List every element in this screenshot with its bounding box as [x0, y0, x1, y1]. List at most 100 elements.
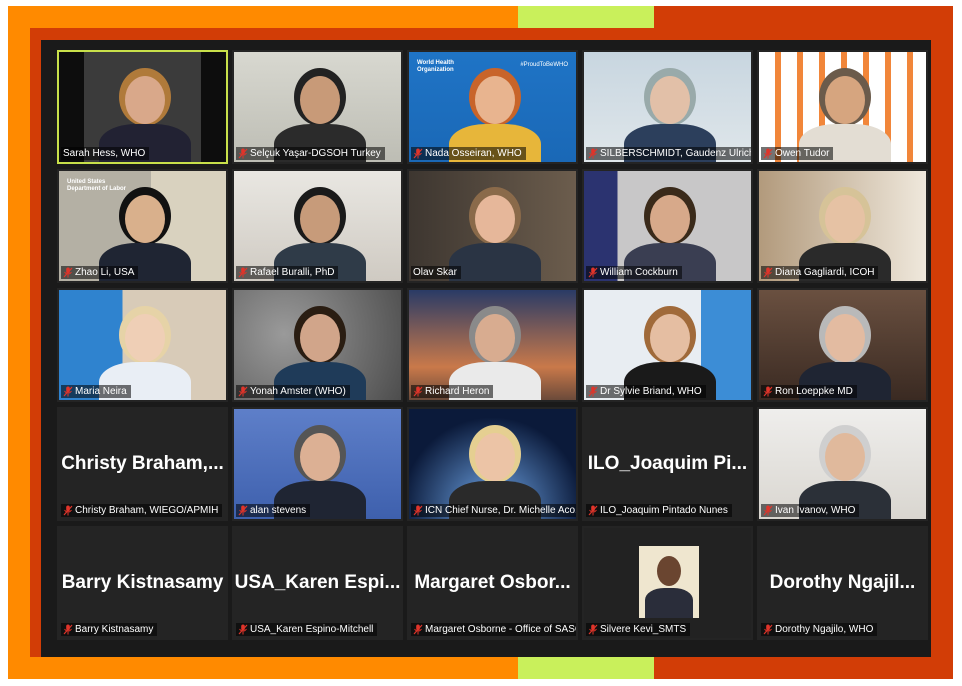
- participant-tile[interactable]: Silvere Kevi_SMTS: [582, 526, 753, 640]
- participant-name-label: Diana Gagliardi, ICOH: [761, 266, 879, 279]
- participant-face: [825, 433, 865, 481]
- participant-name: Barry Kistnasamy: [75, 624, 154, 635]
- participant-name-label: Maria Neira: [61, 385, 131, 398]
- mic-muted-icon: [413, 624, 423, 635]
- participant-name-label: William Cockburn: [586, 266, 682, 279]
- participant-tile[interactable]: World Health Organization #ProudToBeWHO Na…: [407, 50, 578, 164]
- participant-tile[interactable]: Owen Tudor: [757, 50, 928, 164]
- participant-name-label: Sarah Hess, WHO: [61, 147, 150, 160]
- participant-name: Maria Neira: [75, 386, 127, 397]
- mic-muted-icon: [588, 267, 598, 278]
- participant-video: [59, 52, 226, 162]
- participant-tile[interactable]: Ron Loeppke MD: [757, 288, 928, 402]
- mic-muted-icon: [238, 148, 248, 159]
- participant-name-label: USA_Karen Espino-Mitchell: [236, 623, 378, 636]
- participant-video: [759, 52, 926, 162]
- participant-tile[interactable]: SILBERSCHMIDT, Gaudenz Ulrich: [582, 50, 753, 164]
- participant-tile[interactable]: Ivan Ivanov, WHO: [757, 407, 928, 521]
- participant-display-name: USA_Karen Espi...: [234, 572, 401, 593]
- participant-name-label: Rafael Buralli, PhD: [236, 266, 339, 279]
- participant-name: SILBERSCHMIDT, Gaudenz Ulrich: [600, 148, 753, 159]
- participant-video: [59, 290, 226, 400]
- participant-video: [584, 290, 751, 400]
- mic-muted-icon: [238, 386, 248, 397]
- profile-photo: [639, 546, 699, 618]
- participant-name: Richard Heron: [425, 386, 490, 397]
- frame-stripe-top-orange: [8, 6, 518, 28]
- participant-name: Ron Loeppke MD: [775, 386, 853, 397]
- participant-tile[interactable]: Diana Gagliardi, ICOH: [757, 169, 928, 283]
- participant-name-label: Silvere Kevi_SMTS: [586, 623, 691, 636]
- participant-name-label: ILO_Joaquim Pintado Nunes: [586, 504, 732, 517]
- participant-tile[interactable]: Sarah Hess, WHO: [57, 50, 228, 164]
- participant-name-label: Yonah Amster (WHO): [236, 385, 350, 398]
- participant-tile[interactable]: Yonah Amster (WHO): [232, 288, 403, 402]
- participant-tile[interactable]: ILO_Joaquim Pi... ILO_Joaquim Pintado Nun…: [582, 407, 753, 521]
- participant-name: William Cockburn: [600, 267, 678, 278]
- participant-tile[interactable]: Rafael Buralli, PhD: [232, 169, 403, 283]
- participant-video: [759, 171, 926, 281]
- participant-name: Diana Gagliardi, ICOH: [775, 267, 875, 278]
- participant-tile[interactable]: Maria Neira: [57, 288, 228, 402]
- participant-display-name: ILO_Joaquim Pi...: [587, 453, 748, 474]
- frame-stripe-bottom-lime: [518, 657, 654, 679]
- participant-face: [125, 76, 165, 124]
- mic-muted-icon: [763, 386, 773, 397]
- participant-tile[interactable]: alan stevens: [232, 407, 403, 521]
- participant-tile[interactable]: Barry Kistnasamy Barry Kistnasamy: [57, 526, 228, 640]
- participant-name-label: Owen Tudor: [761, 147, 834, 160]
- participant-name-label: Dr Sylvie Briand, WHO: [586, 385, 706, 398]
- mic-muted-icon: [238, 505, 248, 516]
- participant-tile[interactable]: Margaret Osbor... Margaret Osborne - Offi…: [407, 526, 578, 640]
- participant-gallery: Sarah Hess, WHO Selçuk Yaşar-DGSOH Turkey…: [57, 50, 928, 640]
- participant-tile[interactable]: USA_Karen Espi... USA_Karen Espino-Mitche…: [232, 526, 403, 640]
- frame-stripe-bottom-orange: [8, 657, 518, 679]
- participant-name-label: Margaret Osborne - Office of SASG: [411, 623, 576, 636]
- participant-video: [234, 409, 401, 519]
- participant-name-label: Dorothy Ngajilo, WHO: [761, 623, 878, 636]
- participant-tile[interactable]: Dorothy Ngajil... Dorothy Ngajilo, WHO: [757, 526, 928, 640]
- participant-name-label: Selçuk Yaşar-DGSOH Turkey: [236, 147, 385, 160]
- video-meeting-window: Sarah Hess, WHO Selçuk Yaşar-DGSOH Turkey…: [41, 40, 931, 657]
- participant-name: Zhao Li, USA: [75, 267, 135, 278]
- participant-face: [475, 76, 515, 124]
- participant-name: Ivan Ivanov, WHO: [775, 505, 856, 516]
- participant-name-label: Barry Kistnasamy: [61, 623, 158, 636]
- participant-tile[interactable]: Christy Braham,... Christy Braham, WIEGO/…: [57, 407, 228, 521]
- participant-name: Yonah Amster (WHO): [250, 386, 346, 397]
- participant-name-label: Christy Braham, WIEGO/APMIH: [61, 504, 223, 517]
- participant-body: [449, 243, 541, 281]
- participant-video: [759, 290, 926, 400]
- participant-name: Silvere Kevi_SMTS: [600, 624, 687, 635]
- participant-name-label: Ron Loeppke MD: [761, 385, 857, 398]
- participant-face: [300, 433, 340, 481]
- frame-stripe-left-orange: [8, 6, 30, 679]
- participant-face: [300, 314, 340, 362]
- participant-face: [300, 76, 340, 124]
- frame-stripe-top-lime: [518, 6, 654, 28]
- participant-name-label: SILBERSCHMIDT, Gaudenz Ulrich: [586, 147, 753, 160]
- participant-video: [409, 409, 576, 519]
- participant-face: [650, 195, 690, 243]
- participant-name: Selçuk Yaşar-DGSOH Turkey: [250, 148, 381, 159]
- participant-name: Sarah Hess, WHO: [63, 148, 146, 159]
- participant-tile[interactable]: ICN Chief Nurse, Dr. Michelle Aco...: [407, 407, 578, 521]
- mic-muted-icon: [63, 267, 73, 278]
- mic-muted-icon: [413, 148, 423, 159]
- participant-face: [825, 195, 865, 243]
- mic-muted-icon: [763, 267, 773, 278]
- participant-name: Nada Osseiran, WHO: [425, 148, 522, 159]
- participant-tile[interactable]: Olav Skar: [407, 169, 578, 283]
- mic-muted-icon: [763, 624, 773, 635]
- participant-tile[interactable]: Selçuk Yaşar-DGSOH Turkey: [232, 50, 403, 164]
- participant-tile[interactable]: Richard Heron: [407, 288, 578, 402]
- participant-face: [475, 433, 515, 481]
- background-logo-text: World Health Organization: [417, 60, 454, 73]
- participant-name: ILO_Joaquim Pintado Nunes: [600, 505, 728, 516]
- participant-name-label: Zhao Li, USA: [61, 266, 139, 279]
- participant-tile[interactable]: United States Department of Labor Zhao Li…: [57, 169, 228, 283]
- participant-video: [409, 290, 576, 400]
- participant-tile[interactable]: Dr Sylvie Briand, WHO: [582, 288, 753, 402]
- participant-name: Christy Braham, WIEGO/APMIH: [75, 505, 219, 516]
- participant-tile[interactable]: William Cockburn: [582, 169, 753, 283]
